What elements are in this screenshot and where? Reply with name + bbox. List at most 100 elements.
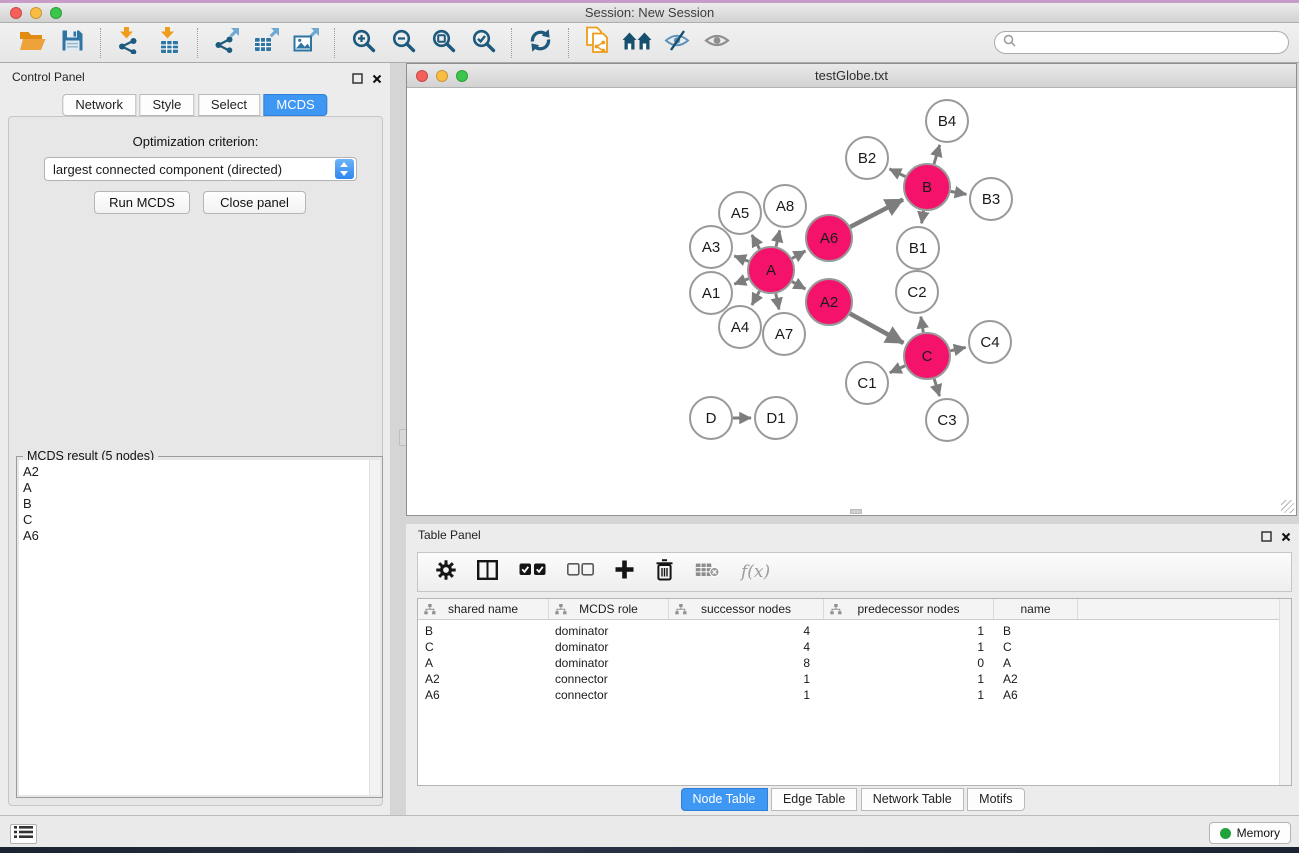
network-node-A4[interactable]: A4 [719,306,761,348]
network-edge-B-B4[interactable] [934,145,940,164]
export-image-button[interactable] [286,26,326,60]
window-resize-grip[interactable] [1281,500,1294,513]
network-node-A5[interactable]: A5 [719,192,761,234]
close-table-panel-icon[interactable] [1281,529,1291,547]
network-node-A[interactable]: A [748,247,794,293]
new-network-from-selection-button[interactable] [577,26,617,60]
network-edge-A-A6[interactable] [792,251,805,258]
zoom-out-button[interactable] [383,26,423,60]
network-edge-A-A2[interactable] [792,282,805,289]
network-edge-A-A3[interactable] [734,256,748,262]
delete-column-button[interactable] [655,559,674,586]
network-edge-A-A7[interactable] [776,294,779,310]
zoom-fit-button[interactable] [423,26,463,60]
network-edge-C-C3[interactable] [934,379,939,396]
mcds-result-item[interactable]: A2 [19,464,380,480]
table-settings-button[interactable] [436,560,456,585]
tab-edge-table[interactable]: Edge Table [771,788,857,811]
network-edge-A-A8[interactable] [776,230,780,246]
column-header-shared-name[interactable]: shared name [418,599,549,619]
column-header-mcds-role[interactable]: MCDS role [549,599,669,619]
tab-mcds[interactable]: MCDS [263,94,327,116]
network-edge-C-C2[interactable] [921,317,923,333]
network-node-B4[interactable]: B4 [926,100,968,142]
criterion-dropdown[interactable]: largest connected component (directed) [44,157,357,181]
show-all-button[interactable] [697,26,737,60]
run-mcds-button[interactable]: Run MCDS [94,191,190,214]
search-input[interactable] [1021,34,1288,52]
table-scrollbar[interactable] [1279,599,1291,785]
result-list-scrollbar[interactable] [369,460,380,795]
network-edge-A-A1[interactable] [734,279,748,285]
network-edge-B-B2[interactable] [890,169,906,177]
tab-select[interactable]: Select [198,94,260,116]
network-node-A1[interactable]: A1 [690,272,732,314]
network-node-C[interactable]: C [904,333,950,379]
table-row[interactable]: Cdominator41C [418,639,1291,655]
minimize-window-button[interactable] [30,7,42,19]
network-canvas[interactable]: B4B2BB3B1A5A8A6A3AA1C2A4A7A2CC4C1C3DD1 [407,89,1296,515]
close-panel-icon[interactable] [372,71,382,89]
tab-motifs[interactable]: Motifs [967,788,1024,811]
mcds-result-item[interactable]: C [19,512,380,528]
open-session-button[interactable] [12,26,52,60]
network-edge-B-B3[interactable] [951,191,967,194]
network-node-C1[interactable]: C1 [846,362,888,404]
float-table-panel-icon[interactable] [1261,529,1272,547]
network-node-C3[interactable]: C3 [926,399,968,441]
network-node-B[interactable]: B [904,164,950,210]
show-column-button[interactable] [477,560,498,585]
network-node-A8[interactable]: A8 [764,185,806,227]
mcds-result-item[interactable]: A [19,480,380,496]
maximize-window-button[interactable] [50,7,62,19]
refresh-view-button[interactable] [520,26,560,60]
table-row[interactable]: Adominator80A [418,655,1291,671]
close-panel-button[interactable]: Close panel [203,191,306,214]
mcds-result-item[interactable]: A6 [19,528,380,544]
hide-selected-button[interactable] [657,26,697,60]
network-edge-A-A5[interactable] [752,235,760,249]
table-row[interactable]: Bdominator41B [418,623,1291,639]
import-network-button[interactable] [109,26,149,60]
table-row[interactable]: A6connector11A6 [418,687,1291,703]
tab-network[interactable]: Network [62,94,136,116]
tab-style[interactable]: Style [139,94,194,116]
network-node-B2[interactable]: B2 [846,137,888,179]
network-node-B3[interactable]: B3 [970,178,1012,220]
zoom-in-button[interactable] [343,26,383,60]
network-node-C4[interactable]: C4 [969,321,1011,363]
tab-node-table[interactable]: Node Table [680,788,767,811]
export-table-button[interactable] [246,26,286,60]
unselect-all-button[interactable] [567,563,594,581]
network-close-button[interactable] [416,70,428,82]
tab-network-table[interactable]: Network Table [861,788,964,811]
network-edge-B-B1[interactable] [922,211,924,224]
float-panel-icon[interactable] [352,71,363,89]
mcds-result-item[interactable]: B [19,496,380,512]
network-node-B1[interactable]: B1 [897,227,939,269]
network-edge-C-C1[interactable] [890,366,905,373]
network-edge-A-A4[interactable] [752,291,760,305]
column-header-name[interactable]: name [994,599,1078,619]
network-edge-A6-B[interactable] [850,200,903,227]
close-window-button[interactable] [10,7,22,19]
memory-button[interactable]: Memory [1209,822,1291,844]
create-column-button[interactable] [615,560,634,584]
export-network-button[interactable] [206,26,246,60]
network-node-D1[interactable]: D1 [755,397,797,439]
import-table-button[interactable] [149,26,189,60]
network-node-D[interactable]: D [690,397,732,439]
delete-table-button[interactable] [695,562,720,583]
zoom-selected-button[interactable] [463,26,503,60]
network-node-C2[interactable]: C2 [896,271,938,313]
network-edge-A2-C[interactable] [850,314,903,343]
task-history-button[interactable] [10,824,37,844]
network-node-A2[interactable]: A2 [806,279,852,325]
network-node-A7[interactable]: A7 [763,313,805,355]
network-minimize-button[interactable] [436,70,448,82]
network-edge-C-C4[interactable] [950,347,965,350]
save-session-button[interactable] [52,26,92,60]
select-all-button[interactable] [519,563,546,581]
column-header-predecessor-nodes[interactable]: predecessor nodes [824,599,994,619]
network-node-A3[interactable]: A3 [690,226,732,268]
